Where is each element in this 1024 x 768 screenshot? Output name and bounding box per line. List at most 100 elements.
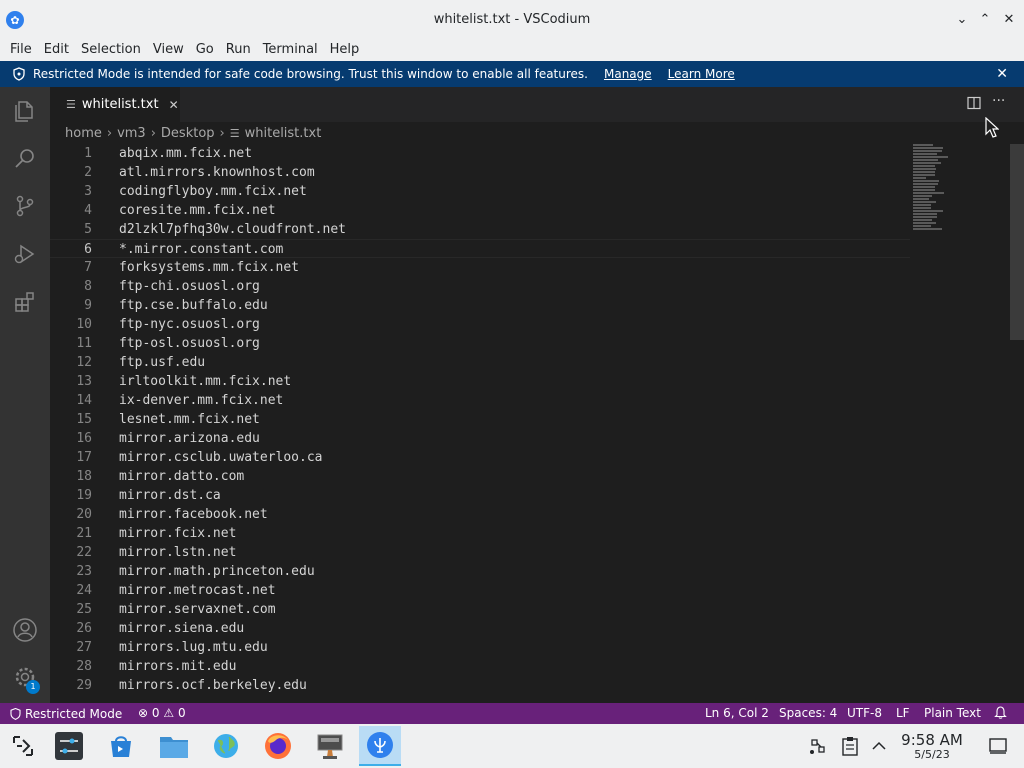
line-text[interactable]: mirror.arizona.edu <box>119 429 260 448</box>
line-text[interactable]: mirror.dst.ca <box>119 486 221 505</box>
restricted-mode-status[interactable]: Restricted Mode <box>0 703 133 724</box>
firefox-icon[interactable] <box>257 726 299 766</box>
line-text[interactable]: ftp-osl.osuosl.org <box>119 334 260 353</box>
notifications-bell-icon[interactable] <box>994 705 1007 722</box>
line-text[interactable]: codingflyboy.mm.fcix.net <box>119 182 307 201</box>
line-text[interactable]: mirror.datto.com <box>119 467 244 486</box>
encoding-status[interactable]: UTF-8 <box>847 706 882 720</box>
code-line[interactable]: 9 ftp.cse.buffalo.edu <box>50 296 910 315</box>
code-line[interactable]: 10 ftp-nyc.osuosl.org <box>50 315 910 334</box>
menu-file[interactable]: File <box>4 42 38 57</box>
learn-more-link[interactable]: Learn More <box>668 67 735 81</box>
code-line[interactable]: 1 abqix.mm.fcix.net <box>50 144 910 163</box>
explorer-icon[interactable] <box>11 97 39 125</box>
eol-status[interactable]: LF <box>896 706 910 720</box>
line-text[interactable]: irltoolkit.mm.fcix.net <box>119 372 291 391</box>
line-text[interactable]: abqix.mm.fcix.net <box>119 144 252 163</box>
code-line[interactable]: 2 atl.mirrors.knownhost.com <box>50 163 910 182</box>
split-editor-icon[interactable] <box>967 96 981 114</box>
more-actions-icon[interactable]: ··· <box>992 93 1005 109</box>
line-text[interactable]: *.mirror.constant.com <box>119 240 283 259</box>
banner-close-icon[interactable]: ✕ <box>996 66 1008 82</box>
line-text[interactable]: forksystems.mm.fcix.net <box>119 258 299 277</box>
editor-area[interactable]: 1 abqix.mm.fcix.net 2 atl.mirrors.knownhost… <box>50 144 1024 703</box>
vscodium-taskbar-icon[interactable] <box>359 726 401 766</box>
line-text[interactable]: ftp.usf.edu <box>119 353 205 372</box>
code-line[interactable]: 24 mirror.metrocast.net <box>50 581 910 600</box>
source-control-icon[interactable] <box>11 192 39 220</box>
code-line[interactable]: 5 d2lzkl7pfhq30w.cloudfront.net <box>50 220 910 239</box>
chevron-up-icon[interactable] <box>861 726 897 766</box>
line-text[interactable]: mirrors.lug.mtu.edu <box>119 638 268 657</box>
code-line[interactable]: 19 mirror.dst.ca <box>50 486 910 505</box>
search-icon[interactable] <box>11 144 39 172</box>
line-text[interactable]: mirrors.ocf.berkeley.edu <box>119 676 307 695</box>
tab-whitelist[interactable]: ☰ whitelist.txt ✕ <box>50 87 180 122</box>
code-line[interactable]: 22 mirror.lstn.net <box>50 543 910 562</box>
code-line[interactable]: 4 coresite.mm.fcix.net <box>50 201 910 220</box>
digital-clock[interactable]: 9:58 AM 5/5/23 <box>898 732 966 761</box>
code-line[interactable]: 8 ftp-chi.osuosl.org <box>50 277 910 296</box>
system-settings-icon[interactable] <box>48 726 90 766</box>
code-line[interactable]: 14 ix-denver.mm.fcix.net <box>50 391 910 410</box>
manage-link[interactable]: Manage <box>604 67 652 81</box>
line-text[interactable]: mirror.siena.edu <box>119 619 244 638</box>
line-text[interactable]: mirror.csclub.uwaterloo.ca <box>119 448 323 467</box>
discover-store-icon[interactable] <box>100 726 142 766</box>
code-line[interactable]: 25 mirror.servaxnet.com <box>50 600 910 619</box>
line-text[interactable]: mirror.fcix.net <box>119 524 236 543</box>
line-text[interactable]: mirrors.mit.edu <box>119 657 236 676</box>
line-text[interactable]: mirror.servaxnet.com <box>119 600 276 619</box>
breadcrumb-vm3[interactable]: vm3 <box>117 126 146 141</box>
accounts-icon[interactable] <box>11 616 39 644</box>
menu-help[interactable]: Help <box>324 42 366 57</box>
code-line[interactable]: 6 *.mirror.constant.com <box>50 239 910 258</box>
code-line[interactable]: 29 mirrors.ocf.berkeley.edu <box>50 676 910 695</box>
scrollbar-thumb[interactable] <box>1010 144 1024 340</box>
menu-view[interactable]: View <box>147 42 190 57</box>
show-desktop-icon[interactable] <box>979 726 1017 766</box>
line-text[interactable]: coresite.mm.fcix.net <box>119 201 276 220</box>
code-line[interactable]: 28 mirrors.mit.edu <box>50 657 910 676</box>
tab-close-icon[interactable]: ✕ <box>169 98 179 112</box>
minimize-button[interactable]: ⌄ <box>952 10 972 30</box>
line-text[interactable]: d2lzkl7pfhq30w.cloudfront.net <box>119 220 346 239</box>
indentation-status[interactable]: Spaces: 4 <box>779 706 837 720</box>
application-launcher-icon[interactable] <box>2 726 44 766</box>
menu-terminal[interactable]: Terminal <box>257 42 324 57</box>
breadcrumb-home[interactable]: home <box>65 126 102 141</box>
line-text[interactable]: lesnet.mm.fcix.net <box>119 410 260 429</box>
code-line[interactable]: 26 mirror.siena.edu <box>50 619 910 638</box>
vertical-scrollbar[interactable] <box>1010 144 1024 703</box>
line-text[interactable]: ftp-chi.osuosl.org <box>119 277 260 296</box>
close-window-button[interactable]: ✕ <box>999 10 1019 30</box>
code-line[interactable]: 15 lesnet.mm.fcix.net <box>50 410 910 429</box>
menu-edit[interactable]: Edit <box>38 42 75 57</box>
code-line[interactable]: 20 mirror.facebook.net <box>50 505 910 524</box>
network-status-icon[interactable] <box>800 726 836 766</box>
code-line[interactable]: 21 mirror.fcix.net <box>50 524 910 543</box>
code-line[interactable]: 11 ftp-osl.osuosl.org <box>50 334 910 353</box>
extensions-icon[interactable] <box>11 288 39 316</box>
problems-status[interactable]: ⊗ 0 ⚠ 0 <box>138 706 186 720</box>
cursor-position[interactable]: Ln 6, Col 2 <box>705 706 769 720</box>
line-text[interactable]: mirror.lstn.net <box>119 543 236 562</box>
code-line[interactable]: 27 mirrors.lug.mtu.edu <box>50 638 910 657</box>
line-text[interactable]: ftp-nyc.osuosl.org <box>119 315 260 334</box>
code-line[interactable]: 17 mirror.csclub.uwaterloo.ca <box>50 448 910 467</box>
code-line[interactable]: 12 ftp.usf.edu <box>50 353 910 372</box>
line-text[interactable]: ix-denver.mm.fcix.net <box>119 391 283 410</box>
code-line[interactable]: 23 mirror.math.princeton.edu <box>50 562 910 581</box>
file-manager-icon[interactable] <box>153 726 195 766</box>
line-text[interactable]: mirror.math.princeton.edu <box>119 562 315 581</box>
line-text[interactable]: mirror.metrocast.net <box>119 581 276 600</box>
language-mode-status[interactable]: Plain Text <box>924 706 981 720</box>
code-line[interactable]: 7 forksystems.mm.fcix.net <box>50 258 910 277</box>
breadcrumb-desktop[interactable]: Desktop <box>161 126 215 141</box>
network-globe-icon[interactable] <box>205 726 247 766</box>
minimap[interactable] <box>913 144 953 254</box>
code-line[interactable]: 18 mirror.datto.com <box>50 467 910 486</box>
line-text[interactable]: mirror.facebook.net <box>119 505 268 524</box>
code-line[interactable]: 16 mirror.arizona.edu <box>50 429 910 448</box>
maximize-button[interactable]: ⌃ <box>975 10 995 30</box>
